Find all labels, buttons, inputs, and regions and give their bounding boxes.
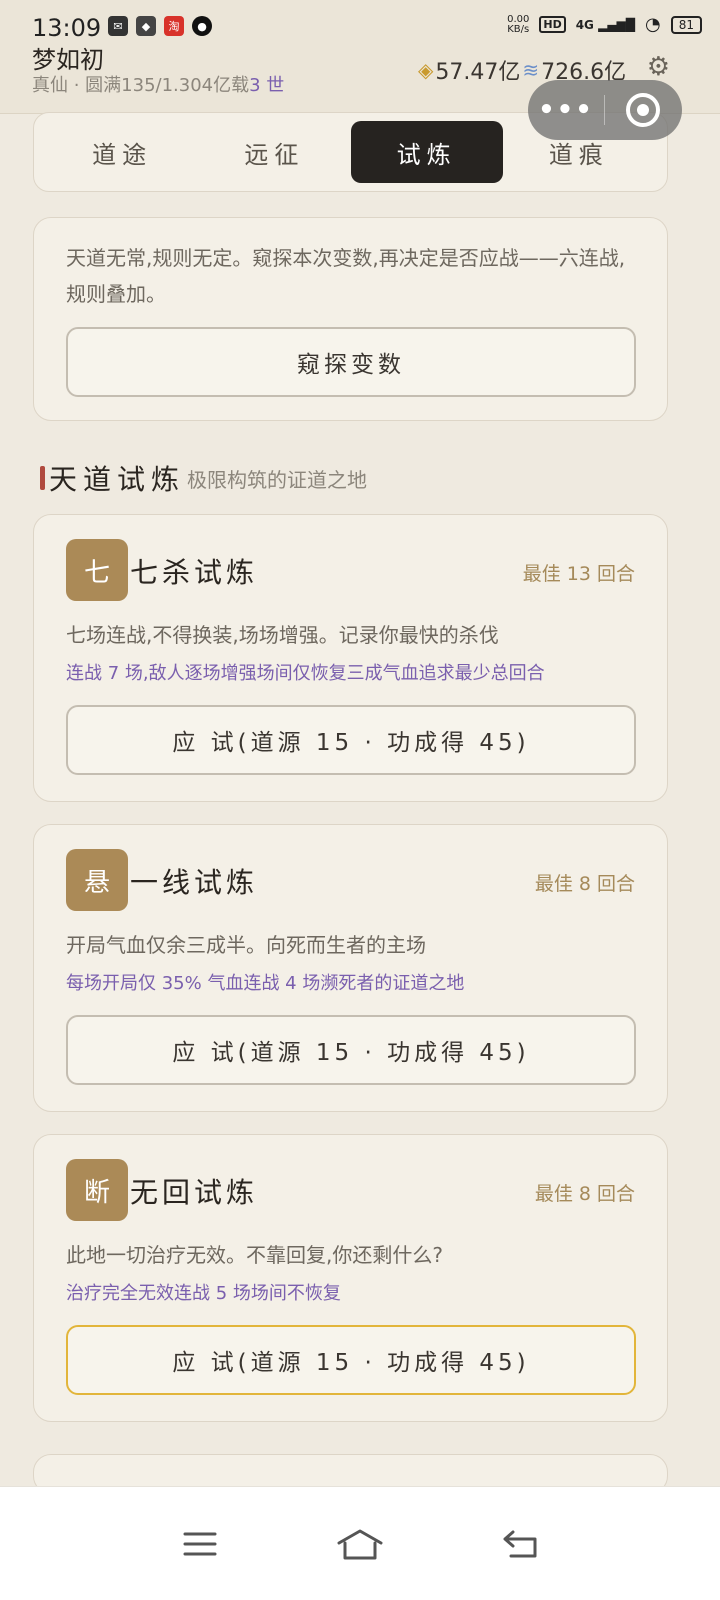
trial-card: 断 无回试炼 最佳 8 回合 此地一切治疗无效。不靠回复,你还剩什么? 治疗完全…	[33, 1134, 668, 1422]
wind-icon: ≋	[522, 58, 540, 82]
gear-icon[interactable]: ⚙	[647, 52, 670, 82]
section-subtitle: 极限构筑的证道之地	[187, 467, 368, 492]
peek-variables-button[interactable]: 窥探变数	[66, 327, 636, 397]
more-icon[interactable]: •••	[528, 95, 604, 125]
enter-trial-button[interactable]: 应 试(道源 15 · 功成得 45)	[66, 1325, 636, 1395]
trial-card: 七 七杀试炼 最佳 13 回合 七场连战,不得换装,场场增强。记录你最快的杀伐 …	[33, 514, 668, 802]
target-icon	[626, 93, 660, 127]
player-name: 梦如初	[32, 46, 104, 74]
trial-name: 一线试炼	[130, 866, 259, 899]
trial-rules: 每场开局仅 35% 气血连战 4 场濒死者的证道之地	[66, 973, 465, 994]
wifi-icon: ◔	[645, 14, 661, 35]
trial-description: 开局气血仅余三成半。向死而生者的主场	[66, 933, 426, 957]
signal-icon: 4G ▂▄▆█	[575, 17, 635, 32]
trial-rules: 治疗完全无效连战 5 场场间不恢复	[66, 1283, 341, 1304]
clock: 13:09	[32, 14, 102, 42]
player-realm: 真仙 · 圆满135/1.304亿载3 世	[32, 75, 285, 96]
trial-card: 悬 一线试炼 最佳 8 回合 开局气血仅余三成半。向死而生者的主场 每场开局仅 …	[33, 824, 668, 1112]
trial-badge: 悬	[66, 849, 128, 911]
intro-text: 天道无常,规则无定。窥探本次变数,再决定是否应战——六连战,规则叠加。	[66, 246, 626, 306]
intro-card: 天道无常,规则无定。窥探本次变数,再决定是否应战——六连战,规则叠加。 窥探变数	[33, 217, 668, 421]
trial-name: 无回试炼	[130, 1176, 259, 1209]
section-header: 天道试炼 极限构筑的证道之地	[40, 458, 367, 498]
trial-badge: 断	[66, 1159, 128, 1221]
message-icon: ✉	[108, 16, 128, 36]
section-title: 天道试炼	[49, 463, 186, 496]
system-nav-bar	[0, 1486, 720, 1600]
generation-count: 3 世	[249, 75, 285, 96]
trial-rules: 连战 7 场,敌人逐场增强场间仅恢复三成气血追求最少总回合	[66, 663, 545, 684]
enter-trial-button[interactable]: 应 试(道源 15 · 功成得 45)	[66, 705, 636, 775]
battery-icon: 81	[670, 15, 702, 34]
trial-description: 此地一切治疗无效。不靠回复,你还剩什么?	[66, 1243, 443, 1267]
trial-name: 七杀试炼	[130, 556, 259, 589]
trial-best-record: 最佳 8 回合	[534, 1183, 635, 1205]
net-speed: 0.00 KB/s	[507, 13, 530, 35]
gem-icon: ◈	[418, 58, 434, 82]
system-status: 0.00 KB/s HD 4G ▂▄▆█ ◔ 81	[507, 14, 702, 35]
home-icon[interactable]	[330, 1514, 390, 1574]
hd-icon: HD	[539, 16, 566, 33]
menu-icon[interactable]	[170, 1514, 230, 1574]
enter-trial-button[interactable]: 应 试(道源 15 · 功成得 45)	[66, 1015, 636, 1085]
trial-description: 七场连战,不得换装,场场增强。记录你最快的杀伐	[66, 623, 499, 647]
gem-amount: 57.47亿	[435, 60, 521, 85]
trial-best-record: 最佳 13 回合	[522, 563, 635, 585]
section-accent-bar	[40, 466, 45, 490]
tab-expedition[interactable]: 远征	[198, 121, 350, 183]
tab-path[interactable]: 道途	[46, 121, 198, 183]
trial-badge: 七	[66, 539, 128, 601]
back-icon[interactable]	[490, 1514, 550, 1574]
taobao-icon: 淘	[164, 16, 184, 36]
penguin-icon: ●	[192, 16, 212, 36]
shield-icon: ◆	[136, 16, 156, 36]
notification-icons: ✉ ◆ 淘 ●	[108, 16, 212, 36]
close-miniprogram-button[interactable]	[605, 93, 681, 127]
tab-trial[interactable]: 试炼	[350, 121, 503, 183]
miniprogram-capsule: •••	[528, 80, 682, 140]
trial-best-record: 最佳 8 回合	[534, 873, 635, 895]
